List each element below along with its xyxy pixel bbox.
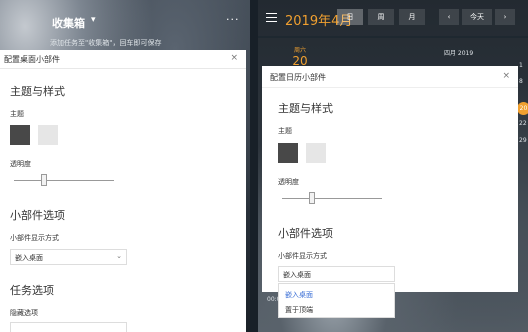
collection-widget-header: 收集箱 ▾ ··· 添加任务至"收集箱"，回车即可保存 xyxy=(0,0,250,50)
today-button[interactable]: 今天 xyxy=(462,9,492,25)
collection-title[interactable]: 收集箱 xyxy=(52,15,85,31)
display-mode-label: 小部件显示方式 xyxy=(278,252,327,260)
theme-light-swatch[interactable] xyxy=(306,143,326,163)
close-icon[interactable]: × xyxy=(230,53,238,63)
calendar-widget-config-panel: 配置日历小部件 × 主题与样式 主题 透明度 小部件选项 小部件显示方式 嵌入桌… xyxy=(262,66,518,292)
add-task-hint[interactable]: 添加任务至"收集箱"，回车即可保存 xyxy=(50,38,161,48)
display-mode-select[interactable]: 嵌入桌面 xyxy=(278,266,395,282)
display-mode-value: 嵌入桌面 xyxy=(15,254,43,262)
desktop-widget-config-panel: 配置桌面小部件 × 主题与样式 主题 透明度 小部件选项 小部件显示方式 嵌入桌… xyxy=(0,50,246,332)
next-icon[interactable]: › xyxy=(495,9,515,25)
display-mode-select[interactable]: 嵌入桌面 ⌄ xyxy=(10,249,127,265)
close-icon[interactable]: × xyxy=(502,71,510,81)
theme-label: 主题 xyxy=(10,110,24,118)
view-day-button[interactable]: 日 xyxy=(337,9,363,25)
task-option-label: 隐藏选项 xyxy=(10,309,38,317)
dropdown-option-embed[interactable]: 嵌入桌面 xyxy=(285,290,313,300)
selected-day-header: 周六 20 xyxy=(285,45,315,68)
theme-light-swatch[interactable] xyxy=(38,125,58,145)
chevron-down-icon: ⌄ xyxy=(116,252,122,260)
theme-section-heading: 主题与样式 xyxy=(278,102,333,115)
prev-icon[interactable]: ‹ xyxy=(439,9,459,25)
widget-options-heading: 小部件选项 xyxy=(278,227,333,240)
task-options-heading: 任务选项 xyxy=(10,284,54,297)
panel-title: 配置日历小部件 xyxy=(270,73,326,82)
theme-dark-swatch[interactable] xyxy=(10,125,30,145)
chevron-down-icon[interactable]: ▾ xyxy=(91,15,96,25)
calendar-widget-header: 2019年4月 日 周 月 ‹ 今天 › xyxy=(258,0,528,38)
display-mode-value: 嵌入桌面 xyxy=(283,271,311,279)
today-marker[interactable]: 20 xyxy=(517,102,528,115)
opacity-slider-thumb[interactable] xyxy=(309,192,315,204)
display-mode-dropdown: 嵌入桌面 置于顶端 xyxy=(278,283,395,318)
view-week-button[interactable]: 周 xyxy=(368,9,394,25)
opacity-label: 透明度 xyxy=(278,178,299,186)
opacity-label: 透明度 xyxy=(10,160,31,168)
theme-label: 主题 xyxy=(278,127,292,135)
opacity-slider-thumb[interactable] xyxy=(41,174,47,186)
widget-gap xyxy=(250,0,258,332)
more-options-icon[interactable]: ··· xyxy=(226,13,240,26)
panel-title: 配置桌面小部件 xyxy=(4,55,60,64)
calendar-header-divider xyxy=(258,36,528,38)
theme-dark-swatch[interactable] xyxy=(278,143,298,163)
weekday-label: 周六 xyxy=(293,47,306,54)
mini-calendar-title: 四月 2019 xyxy=(444,50,474,57)
mini-calendar-date[interactable]: 8 xyxy=(519,78,523,85)
panel-titlebar: 配置桌面小部件 × xyxy=(0,50,246,69)
panel-titlebar: 配置日历小部件 × xyxy=(262,66,518,88)
opacity-slider-track[interactable] xyxy=(14,180,114,181)
mini-calendar-date[interactable]: 22 xyxy=(519,120,527,127)
theme-section-heading: 主题与样式 xyxy=(10,85,65,98)
widget-options-heading: 小部件选项 xyxy=(10,209,65,222)
display-mode-label: 小部件显示方式 xyxy=(10,234,59,242)
view-month-button[interactable]: 月 xyxy=(399,9,425,25)
opacity-slider-track[interactable] xyxy=(282,198,382,199)
mini-calendar-date[interactable]: 29 xyxy=(519,137,527,144)
menu-icon[interactable] xyxy=(266,13,277,22)
dropdown-option-top[interactable]: 置于顶端 xyxy=(285,305,313,315)
mini-calendar-date[interactable]: 1 xyxy=(519,62,523,69)
task-option-select[interactable] xyxy=(10,322,127,332)
